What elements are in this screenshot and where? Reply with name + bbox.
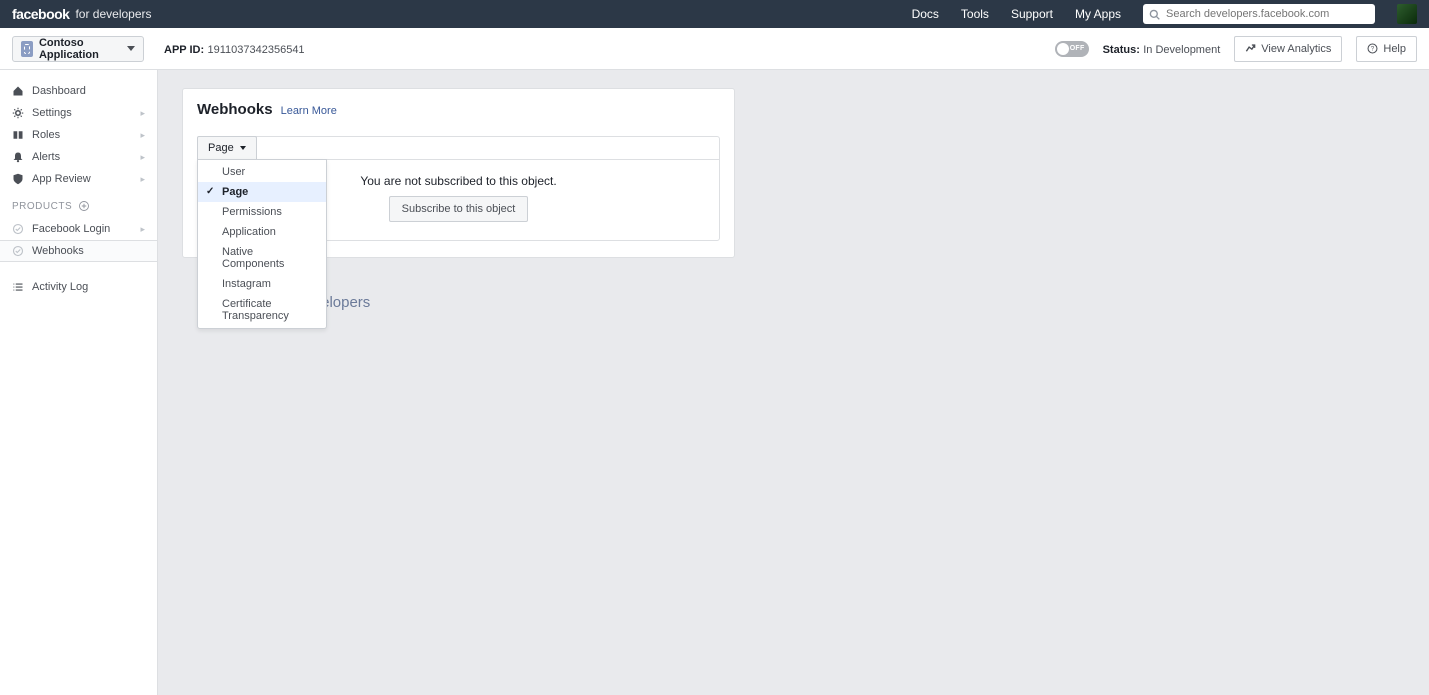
sidebar-item-app-review[interactable]: App Review ▸ (0, 168, 157, 190)
top-nav-right: Docs Tools Support My Apps (912, 4, 1417, 24)
chevron-right-icon: ▸ (140, 224, 145, 235)
subscribe-button[interactable]: Subscribe to this object (389, 196, 529, 222)
help-label: Help (1383, 43, 1406, 55)
svg-text:?: ? (1371, 46, 1375, 53)
app-icon (21, 41, 33, 57)
sidebar-item-label: Roles (32, 129, 60, 141)
toggle-off-label: OFF (1070, 45, 1085, 52)
dropdown-item-user[interactable]: User (198, 162, 326, 182)
brand-subtitle: for developers (75, 7, 151, 21)
app-selector[interactable]: Contoso Application (12, 36, 144, 62)
sidebar-item-activity-log[interactable]: Activity Log (0, 276, 157, 298)
status-label: Status: (1103, 44, 1140, 56)
brand-logo: facebook (12, 6, 69, 22)
nav-link-support[interactable]: Support (1011, 7, 1053, 21)
sidebar-item-settings[interactable]: Settings ▸ (0, 102, 157, 124)
card-header: Webhooks Learn More (183, 89, 734, 130)
nav-link-tools[interactable]: Tools (961, 7, 989, 21)
dropdown-item-application[interactable]: Application (198, 222, 326, 242)
object-dropdown: User Page Permissions Application Native… (197, 159, 327, 329)
app-name: Contoso Application (39, 37, 119, 61)
subscribe-button-label: Subscribe to this object (402, 203, 516, 215)
status-toggle[interactable]: OFF (1055, 41, 1089, 57)
view-analytics-button[interactable]: View Analytics (1234, 36, 1342, 62)
sidebar-item-facebook-login[interactable]: Facebook Login ▸ (0, 218, 157, 240)
chevron-right-icon: ▸ (140, 174, 145, 185)
avatar[interactable] (1397, 4, 1417, 24)
list-icon (12, 281, 24, 293)
help-icon: ? (1367, 43, 1378, 54)
sidebar: Dashboard Settings ▸ Roles ▸ Alerts ▸ Ap… (0, 70, 158, 695)
dropdown-item-certificate-transparency[interactable]: Certificate Transparency (198, 294, 326, 326)
nav-link-docs[interactable]: Docs (912, 7, 939, 21)
roles-icon (12, 129, 24, 141)
sidebar-item-label: Webhooks (32, 245, 84, 257)
app-id-label: APP ID: (164, 44, 204, 56)
products-section-header: PRODUCTS (0, 190, 157, 218)
sidebar-item-label: Settings (32, 107, 72, 119)
sidebar-item-webhooks[interactable]: Webhooks (0, 240, 157, 262)
main-layout: Dashboard Settings ▸ Roles ▸ Alerts ▸ Ap… (0, 70, 1429, 695)
app-bar: Contoso Application APP ID: 191103734235… (0, 28, 1429, 70)
caret-down-icon (240, 146, 246, 150)
dropdown-item-permissions[interactable]: Permissions (198, 202, 326, 222)
subscription-box: Page User Page Permissions Application N… (197, 136, 720, 241)
dropdown-item-page[interactable]: Page (198, 182, 326, 202)
learn-more-link[interactable]: Learn More (281, 105, 337, 117)
caret-down-icon (127, 46, 135, 51)
chevron-right-icon: ▸ (140, 130, 145, 141)
sidebar-item-label: App Review (32, 173, 91, 185)
plus-circle-icon[interactable] (78, 200, 90, 212)
search-icon (1149, 9, 1160, 20)
card-title: Webhooks (197, 101, 273, 118)
dropdown-item-native-components[interactable]: Native Components (198, 242, 326, 274)
analytics-icon (1245, 43, 1256, 54)
app-bar-right: OFF Status: In Development View Analytic… (1055, 36, 1417, 62)
gear-icon (12, 107, 24, 119)
top-nav: facebook for developers Docs Tools Suppo… (0, 0, 1429, 28)
card-body: Page User Page Permissions Application N… (183, 136, 734, 257)
object-select-value: Page (208, 142, 234, 154)
app-id-value: 1911037342356541 (207, 44, 304, 56)
sidebar-item-dashboard[interactable]: Dashboard (0, 80, 157, 102)
bell-icon (12, 151, 24, 163)
search-input[interactable] (1166, 8, 1369, 20)
dropdown-item-instagram[interactable]: Instagram (198, 274, 326, 294)
help-button[interactable]: ? Help (1356, 36, 1417, 62)
sidebar-item-label: Alerts (32, 151, 60, 163)
status-value: In Development (1143, 44, 1220, 56)
brand-group: facebook for developers (12, 6, 152, 22)
products-label: PRODUCTS (12, 201, 72, 212)
sidebar-item-roles[interactable]: Roles ▸ (0, 124, 157, 146)
circle-check-icon (12, 245, 24, 257)
view-analytics-label: View Analytics (1261, 43, 1331, 55)
nav-link-myapps[interactable]: My Apps (1075, 7, 1121, 21)
sidebar-item-label: Activity Log (32, 281, 88, 293)
sidebar-item-alerts[interactable]: Alerts ▸ (0, 146, 157, 168)
chevron-right-icon: ▸ (140, 108, 145, 119)
circle-check-icon (12, 223, 24, 235)
shield-icon (12, 173, 24, 185)
sidebar-item-label: Dashboard (32, 85, 86, 97)
home-icon (12, 85, 24, 97)
object-select-button[interactable]: Page (197, 136, 257, 159)
footer-brand: facebook for developers (204, 294, 1429, 312)
webhooks-card: Webhooks Learn More Page User Page Permi… (182, 88, 735, 258)
content-area: Webhooks Learn More Page User Page Permi… (158, 70, 1429, 695)
sidebar-item-label: Facebook Login (32, 223, 110, 235)
search-box[interactable] (1143, 4, 1375, 24)
chevron-right-icon: ▸ (140, 152, 145, 163)
